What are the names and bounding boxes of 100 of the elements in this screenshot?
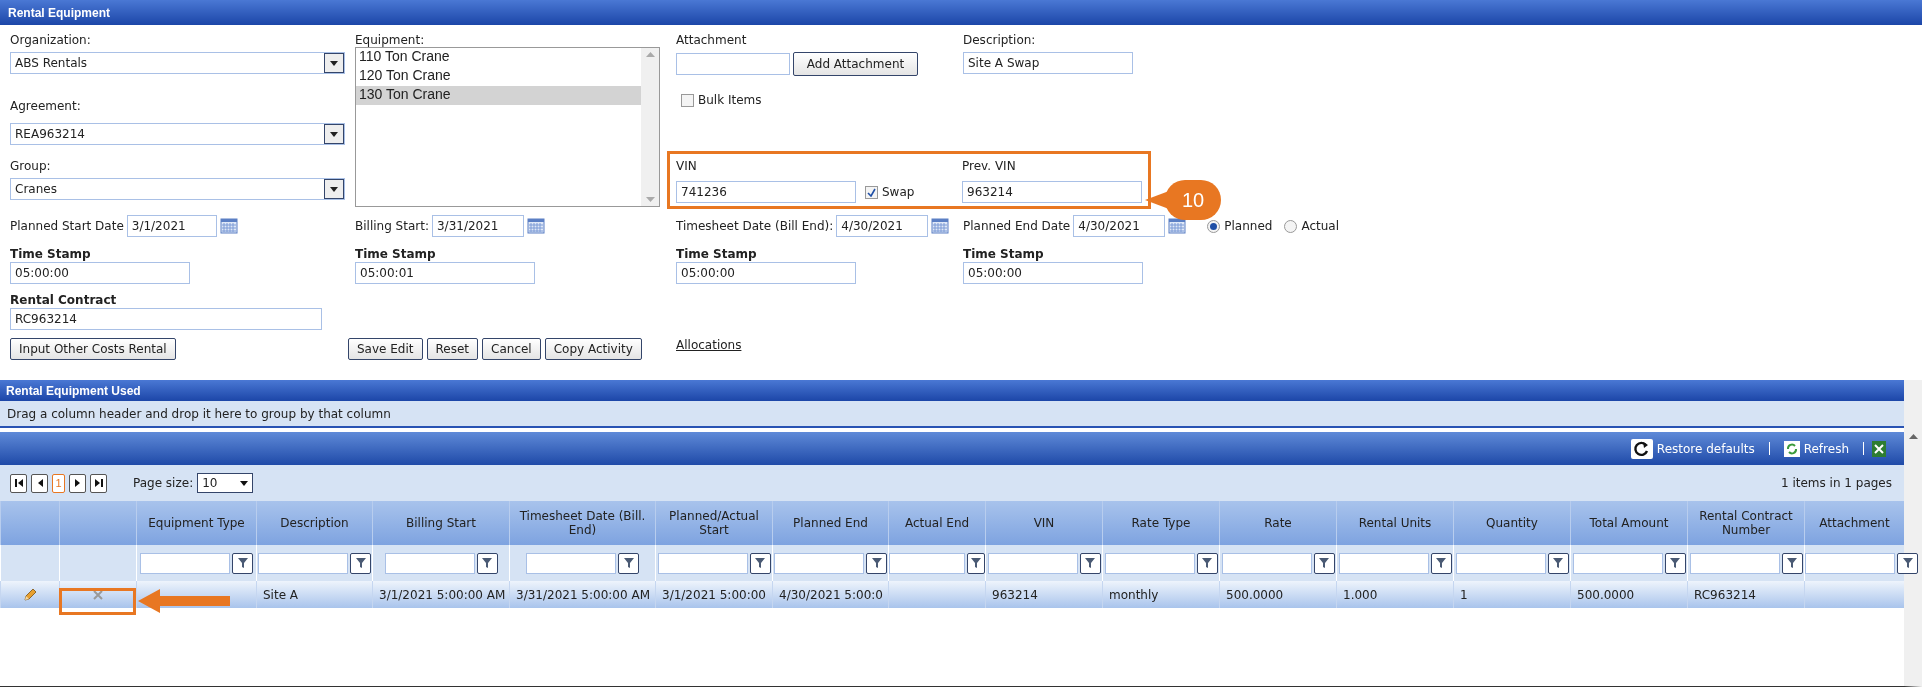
calendar-icon[interactable] [1168, 218, 1187, 234]
time-field[interactable]: 05:00:00 [676, 262, 856, 284]
filter-button[interactable] [749, 552, 771, 574]
field-label: Timesheet Date (Bill End): [676, 219, 834, 233]
calendar-icon[interactable] [931, 218, 950, 234]
action-button[interactable]: Cancel [482, 338, 541, 360]
equipment-list[interactable]: 110 Ton Crane 120 Ton Crane 130 Ton Crane [355, 47, 660, 207]
attachment-field[interactable] [676, 53, 790, 75]
table-cell: 3/31/2021 5:00:00 AM [516, 587, 650, 602]
table-cell: 963214 [992, 587, 1038, 602]
export-icon[interactable] [1872, 440, 1886, 457]
filter-button[interactable] [1196, 552, 1218, 574]
filter-field[interactable] [889, 552, 965, 574]
filter-field[interactable] [1338, 552, 1429, 574]
last-page-button[interactable] [90, 473, 107, 493]
table-cell: 500.0000 [1577, 587, 1635, 602]
scroll-down-icon[interactable] [645, 197, 655, 202]
panel-title: Rental Equipment Used [0, 380, 1904, 401]
refresh-button[interactable]: Refresh [1777, 439, 1855, 458]
other-costs-button[interactable]: Input Other Costs Rental [10, 338, 176, 360]
dropdown[interactable]: Cranes [10, 178, 345, 200]
funnel-icon [1786, 557, 1798, 569]
filter-button[interactable] [618, 552, 639, 574]
date-field[interactable]: 3/1/2021 [126, 215, 217, 237]
filter-button[interactable] [1313, 552, 1335, 574]
time-field[interactable]: 05:00:00 [963, 262, 1143, 284]
restore-defaults-button[interactable]: Restore defaults [1624, 437, 1761, 460]
field-label: VIN [676, 159, 698, 173]
pencil-icon[interactable] [23, 587, 37, 602]
filter-field[interactable] [1689, 552, 1780, 574]
filter-field[interactable] [1572, 552, 1663, 574]
filter-field[interactable] [657, 552, 748, 574]
filter-field[interactable] [1104, 552, 1195, 574]
field-label: Billing Start: [355, 219, 429, 233]
field-label: Time Stamp [963, 247, 1045, 261]
rental-contract-field[interactable]: RC963214 [10, 308, 322, 330]
date-field[interactable]: 4/30/2021 [1073, 215, 1166, 237]
filter-button[interactable] [866, 552, 887, 574]
dropdown[interactable]: REA963214 [10, 123, 345, 145]
funnel-icon [870, 557, 883, 569]
page-size-dropdown[interactable]: 10 [197, 473, 254, 493]
filter-field[interactable] [258, 552, 348, 574]
filter-button[interactable] [350, 552, 371, 574]
time-field[interactable]: 05:00:00 [10, 262, 190, 284]
caret-icon [330, 186, 338, 192]
add-attachment-button[interactable]: Add Attachment [793, 52, 918, 76]
filter-button[interactable] [1897, 552, 1918, 574]
time-field[interactable]: 05:00:01 [355, 262, 535, 284]
list-item[interactable]: 110 Ton Crane [356, 48, 641, 67]
first-page-button[interactable] [10, 473, 27, 493]
date-field[interactable]: 4/30/2021 [836, 215, 929, 237]
checkbox[interactable] [865, 185, 878, 199]
prev-vin-field[interactable]: 963214 [962, 181, 1142, 203]
filter-button[interactable] [1664, 552, 1686, 574]
filter-field[interactable] [1455, 552, 1546, 574]
previous-page-button[interactable] [31, 473, 48, 493]
checkbox[interactable] [681, 93, 694, 107]
filter-button[interactable] [1079, 552, 1101, 574]
filter-button[interactable] [1547, 552, 1569, 574]
caret-icon [330, 131, 338, 137]
filter-field[interactable] [384, 552, 475, 574]
table-cell: RC963214 [1694, 587, 1756, 602]
arrow-icon [138, 588, 230, 614]
filter-field[interactable] [526, 552, 616, 574]
filter-field[interactable] [774, 552, 864, 574]
description-field[interactable]: Site A Swap [963, 52, 1133, 74]
next-icon [74, 479, 81, 487]
filter-field[interactable] [1221, 552, 1312, 574]
allocations-link[interactable]: Allocations [676, 338, 742, 352]
calendar-icon[interactable] [219, 218, 238, 234]
field-label: Equipment: [355, 33, 426, 47]
action-button[interactable]: Copy Activity [544, 338, 642, 360]
calendar-icon[interactable] [526, 218, 545, 234]
dropdown[interactable]: ABS Rentals [10, 52, 345, 74]
filter-field[interactable] [987, 552, 1078, 574]
vin-field[interactable]: 741236 [676, 181, 856, 203]
table-cell: 500.0000 [1226, 587, 1284, 602]
refresh-icon [1783, 440, 1800, 457]
list-item[interactable]: 130 Ton Crane [356, 86, 641, 105]
radio-button[interactable] [1207, 219, 1221, 233]
filter-field[interactable] [140, 552, 230, 574]
list-item[interactable]: 120 Ton Crane [356, 67, 641, 86]
date-field[interactable]: 3/31/2021 [431, 215, 524, 237]
filter-button[interactable] [232, 552, 253, 574]
funnel-icon [1201, 557, 1213, 569]
delete-icon[interactable] [93, 589, 103, 600]
field-label: Agreement: [10, 99, 82, 113]
filter-button[interactable] [476, 552, 498, 574]
filter-button[interactable] [967, 552, 985, 574]
next-page-button[interactable] [69, 473, 86, 493]
action-button[interactable]: Reset [426, 338, 479, 360]
funnel-icon [754, 557, 766, 569]
filter-button[interactable] [1781, 552, 1803, 574]
radio-label: Planned [1224, 219, 1273, 233]
scroll-up-icon[interactable] [1908, 433, 1918, 439]
radio-label: Actual [1301, 219, 1339, 233]
filter-button[interactable] [1430, 552, 1452, 574]
filter-field[interactable] [1805, 552, 1895, 574]
action-button[interactable]: Save Edit [348, 338, 423, 360]
radio-button[interactable] [1284, 219, 1298, 233]
